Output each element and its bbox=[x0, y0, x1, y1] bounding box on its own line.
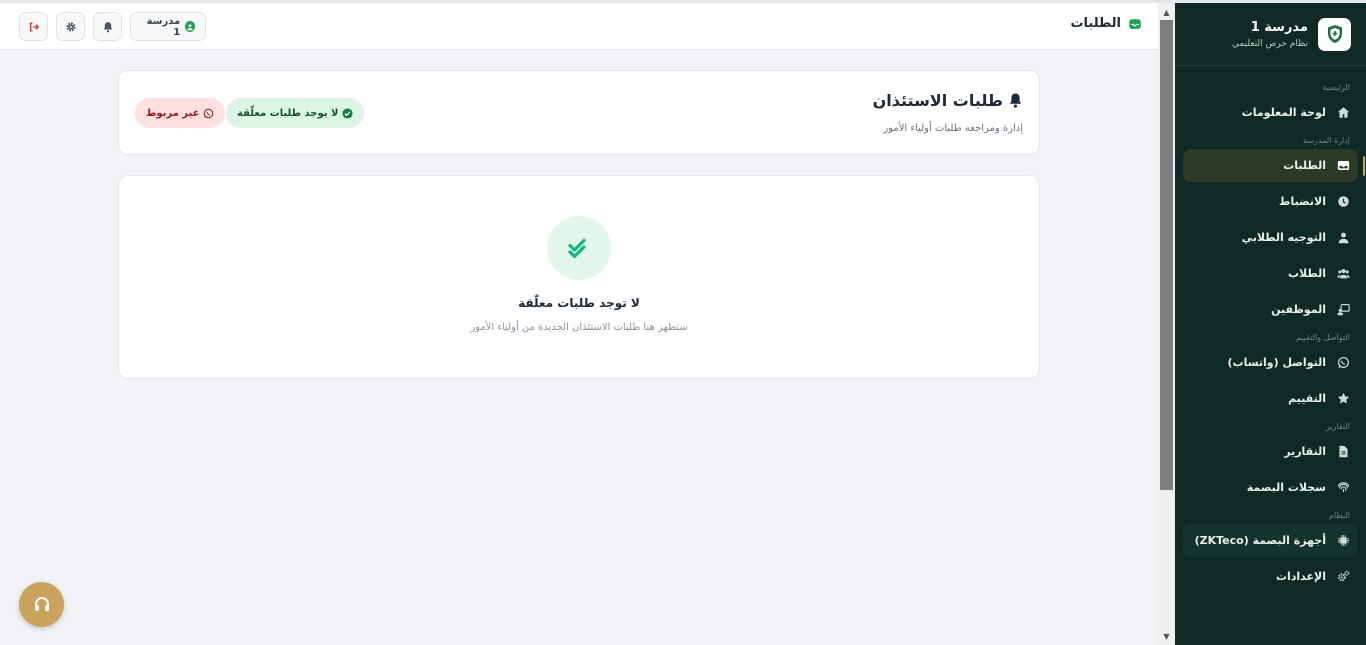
sidebar: مدرسة 1 نظام حرص التعليمي الرئيسية لوحة … bbox=[1175, 3, 1366, 645]
inbox-icon bbox=[1129, 18, 1141, 29]
scrollbar-thumb[interactable] bbox=[1160, 20, 1173, 490]
user-circle-icon bbox=[185, 21, 195, 32]
whatsapp-icon bbox=[1336, 356, 1350, 370]
logout-icon bbox=[29, 22, 39, 31]
empty-state-subtitle: ستظهر هنا طلبات الاستئذان الجديدة من أول… bbox=[470, 322, 688, 333]
scroll-down-icon[interactable]: ▼ bbox=[1158, 629, 1175, 643]
section-label-main: الرئيسية bbox=[1322, 83, 1350, 92]
school-chip[interactable]: مدرسة 1 bbox=[130, 12, 206, 41]
bell-icon bbox=[103, 21, 112, 32]
section-label-school: إدارة المدرسة bbox=[1303, 136, 1350, 145]
sidebar-item-requests[interactable]: الطلبات bbox=[1183, 149, 1365, 182]
microchip-icon bbox=[1336, 534, 1350, 548]
brand-title: مدرسة 1 bbox=[1250, 19, 1308, 35]
home-icon bbox=[1336, 106, 1350, 120]
star-icon bbox=[1336, 392, 1350, 406]
user-tie-icon bbox=[1336, 231, 1350, 245]
card-subtitle: إدارة ومراجعة طلبات أولياء الأمور bbox=[883, 123, 1023, 134]
sidebar-item-dashboard[interactable]: لوحة المعلومات bbox=[1183, 96, 1358, 129]
requests-header-card: طلبات الاستئذان إدارة ومراجعة طلبات أولي… bbox=[118, 70, 1040, 155]
empty-state-title: لا توجد طلبات معلّقة bbox=[518, 296, 640, 310]
section-label-comm: التواصل والتقييم bbox=[1296, 333, 1350, 342]
sidebar-item-staff[interactable]: الموظفين bbox=[1183, 293, 1358, 326]
sidebar-item-guidance[interactable]: التوجيه الطلابي bbox=[1183, 221, 1358, 254]
sidebar-item-whatsapp[interactable]: التواصل (واتساب) bbox=[1183, 346, 1358, 379]
header-page-title: الطلبات bbox=[1070, 16, 1142, 31]
shield-logo-icon bbox=[1318, 17, 1351, 51]
notifications-button[interactable] bbox=[93, 12, 122, 41]
scroll-up-icon[interactable]: ▲ bbox=[1158, 5, 1175, 19]
section-label-reports: التقارير bbox=[1325, 422, 1350, 431]
sidebar-item-fingerprint-logs[interactable]: سجلات البصمة bbox=[1183, 471, 1358, 504]
sidebar-item-settings[interactable]: الإعدادات bbox=[1183, 560, 1358, 593]
logout-button[interactable] bbox=[19, 12, 48, 41]
pending-status-badge: لا يوجد طلبات معلّقة bbox=[226, 98, 365, 128]
chalkboard-user-icon bbox=[1336, 303, 1350, 317]
double-check-icon bbox=[568, 238, 586, 259]
bell-icon bbox=[1009, 93, 1022, 108]
fingerprint-icon bbox=[1336, 481, 1350, 495]
gear-icon bbox=[65, 21, 76, 32]
file-icon bbox=[1336, 445, 1350, 459]
settings-button[interactable] bbox=[56, 12, 85, 41]
brand-subtitle: نظام حرص التعليمي bbox=[1231, 38, 1308, 49]
inbox-icon bbox=[1336, 159, 1350, 173]
sidebar-item-students[interactable]: الطلاب bbox=[1183, 257, 1358, 290]
brand: مدرسة 1 نظام حرص التعليمي bbox=[1175, 3, 1366, 66]
top-header: الطلبات مدرسة 1 bbox=[0, 3, 1158, 50]
users-icon bbox=[1336, 267, 1350, 281]
headset-icon bbox=[34, 596, 49, 611]
empty-state-card: لا توجد طلبات معلّقة ستظهر هنا طلبات الا… bbox=[118, 175, 1040, 379]
check-circle-icon bbox=[342, 107, 354, 119]
page-scrollbar[interactable]: ▲ ▼ bbox=[1158, 3, 1175, 645]
empty-state-circle bbox=[547, 216, 611, 280]
whatsapp-icon bbox=[204, 108, 214, 118]
gears-icon bbox=[1336, 570, 1350, 584]
clock-icon bbox=[1336, 195, 1350, 209]
section-label-system: النظام bbox=[1328, 511, 1350, 520]
card-title: طلبات الاستئذان bbox=[873, 91, 1023, 110]
whatsapp-status-badge[interactable]: غير مربوط bbox=[135, 98, 226, 128]
sidebar-item-rating[interactable]: التقييم bbox=[1183, 382, 1358, 415]
sidebar-item-attendance[interactable]: الانضباط bbox=[1183, 185, 1358, 218]
sidebar-item-devices[interactable]: أجهزة البصمة (ZKTeco) bbox=[1183, 524, 1358, 557]
support-button[interactable] bbox=[19, 582, 64, 627]
sidebar-item-reports[interactable]: التقارير bbox=[1183, 435, 1358, 468]
